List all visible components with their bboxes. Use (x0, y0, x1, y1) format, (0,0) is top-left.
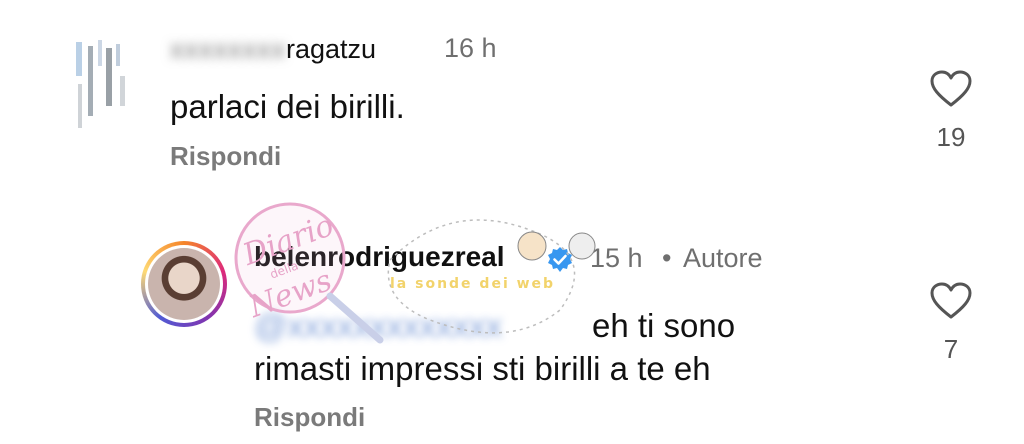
reply-button[interactable]: Rispondi (170, 141, 281, 172)
reply-button[interactable]: Rispondi (254, 402, 365, 433)
verified-badge-icon (546, 246, 574, 274)
avatar[interactable] (70, 36, 132, 132)
redacted-username: xxxxxxxx (170, 34, 286, 64)
like-control[interactable]: 7 (921, 282, 981, 365)
like-count: 19 (936, 122, 966, 152)
heart-outline-icon[interactable] (921, 282, 981, 320)
avatar-photo (148, 248, 220, 320)
comment-text: parlaci dei birilli. (170, 88, 405, 125)
comment-text: eh ti sono (592, 307, 736, 344)
like-control[interactable]: 19 (921, 70, 981, 153)
separator-dot: • (662, 243, 672, 273)
avatar[interactable] (141, 241, 227, 327)
comment-timestamp: 16 h (444, 33, 497, 63)
comment-item: xxxxxxxxragatzu 16 h parlaci dei birilli… (0, 0, 1024, 190)
comment-username[interactable]: xxxxxxxxragatzu (170, 34, 376, 65)
like-count: 7 (943, 334, 959, 364)
comment-item: belenrodriguezreal 15 h • Autore @xxxxxx… (0, 190, 1024, 444)
comment-text-continued: rimasti impressi sti birilli a te eh (254, 350, 711, 387)
heart-outline-icon[interactable] (921, 70, 981, 108)
comment-username[interactable]: belenrodriguezreal (254, 241, 505, 273)
comment-timestamp: 15 h (590, 243, 643, 273)
mention-link[interactable]: @xxxxxxxxxxxxx (254, 307, 502, 345)
author-badge: Autore (683, 243, 763, 273)
redacted-mention: @xxxxxxxxxxxxx (254, 307, 502, 344)
